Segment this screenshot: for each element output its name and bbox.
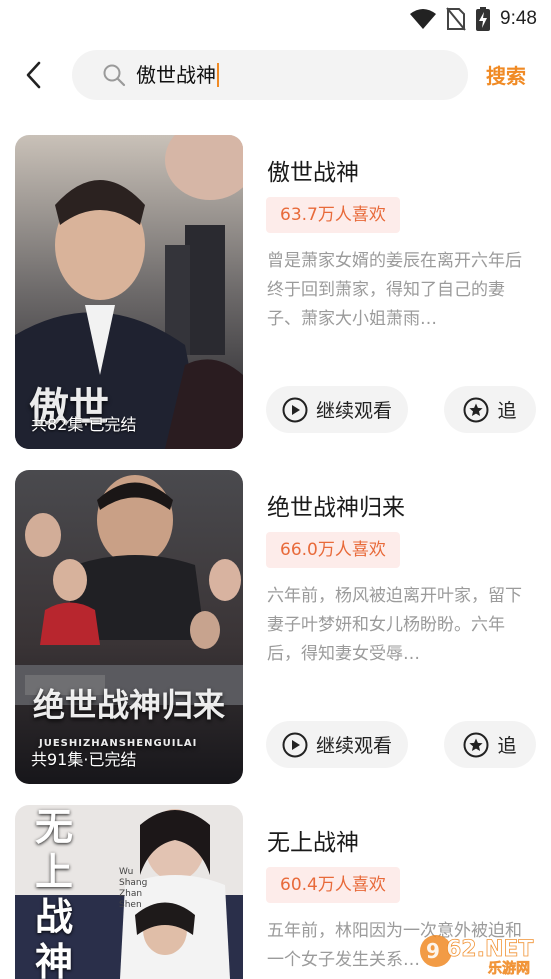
search-header: 傲世战神 搜索 [0, 44, 551, 106]
episode-info: 共91集·已完结 [31, 750, 137, 769]
drama-title[interactable]: 无上战神 [267, 823, 359, 857]
follow-button[interactable]: 追 [444, 721, 536, 768]
search-query: 傲世战神 [136, 63, 216, 87]
follow-button[interactable]: 追 [444, 386, 536, 433]
drama-title[interactable]: 傲世战神 [267, 153, 359, 187]
no-sim-icon [446, 7, 466, 31]
svg-text:62.NET: 62.NET [446, 937, 533, 962]
svg-text:9: 9 [426, 939, 440, 963]
poster-image[interactable]: 无上战神 Wu Shang Zhan Shen [15, 805, 243, 979]
continue-watching-label: 继续观看 [315, 735, 392, 757]
play-circle-icon [282, 732, 308, 757]
likes-badge: 63.7万人喜欢 [266, 197, 400, 233]
play-circle-icon [282, 397, 308, 422]
status-time: 9:48 [500, 8, 537, 29]
likes-badge: 66.0万人喜欢 [266, 532, 400, 568]
star-circle-icon [463, 397, 489, 422]
wifi-icon [410, 9, 437, 29]
follow-label: 追 [497, 400, 517, 422]
svg-text:乐游网: 乐游网 [488, 960, 530, 976]
watermark-logo: 9 62.NET 乐游网 [418, 926, 548, 977]
poster-title: 绝世战神归来 [33, 686, 226, 724]
chevron-left-icon [26, 61, 41, 89]
poster-art [15, 470, 243, 784]
battery-charging-icon [476, 7, 491, 31]
follow-label: 追 [497, 735, 517, 757]
result-card[interactable]: 傲世 共82集·已完结 傲世战神 63.7万人喜欢 曾是萧家女婿的姜辰在离开六年… [0, 135, 551, 453]
poster-image[interactable]: 傲世 共82集·已完结 [15, 135, 243, 449]
search-icon [103, 64, 126, 87]
episode-info: 共82集·已完结 [31, 415, 137, 434]
likes-badge: 60.4万人喜欢 [266, 867, 400, 903]
drama-description: 六年前，杨风被迫离开叶家，留下妻子叶梦妍和女儿杨盼盼。六年后，得知妻女受辱… [267, 586, 522, 664]
star-circle-icon [463, 732, 489, 757]
text-caret [217, 63, 219, 87]
watermark-art: 9 62.NET 乐游网 [420, 935, 534, 977]
drama-title[interactable]: 绝世战神归来 [267, 488, 405, 522]
drama-description: 曾是萧家女婿的姜辰在离开六年后终于回到萧家，得知了自己的妻子、萧家大小姐萧雨… [267, 251, 522, 329]
continue-watching-button[interactable]: 继续观看 [266, 386, 408, 433]
back-button[interactable] [16, 56, 50, 94]
poster-image[interactable]: 绝世战神归来 JUESHIZHANSHENGUILAI 共91集·已完结 [15, 470, 243, 784]
result-card[interactable]: 绝世战神归来 JUESHIZHANSHENGUILAI 共91集·已完结 绝世战… [0, 470, 551, 788]
continue-watching-label: 继续观看 [315, 400, 392, 422]
search-button[interactable]: 搜索 [486, 60, 526, 89]
search-input[interactable]: 傲世战神 [72, 50, 468, 100]
continue-watching-button[interactable]: 继续观看 [266, 721, 408, 768]
poster-title: 无上战神 [35, 805, 74, 979]
status-bar: 9:48 [0, 0, 551, 40]
poster-subtitle: Wu Shang Zhan Shen [119, 867, 148, 910]
